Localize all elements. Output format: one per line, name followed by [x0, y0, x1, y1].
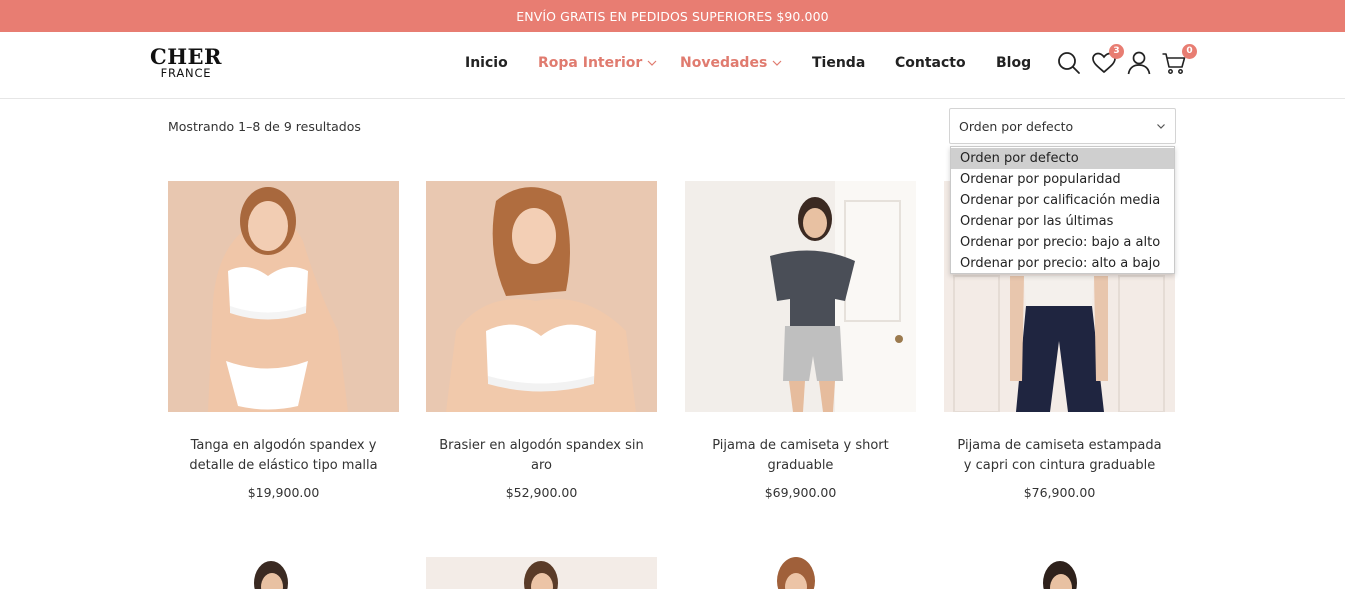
product-price: $52,900.00 [505, 485, 578, 500]
nav-label: Inicio [465, 55, 508, 71]
product-title[interactable]: Pijama de camiseta y short graduable [685, 436, 916, 476]
sort-dropdown: Orden por defecto Ordenar por popularida… [950, 146, 1175, 274]
product-image-partial[interactable] [944, 557, 1175, 589]
nav-label: Ropa Interior [538, 55, 643, 71]
nav-label: Tienda [812, 55, 866, 71]
nav-contacto[interactable]: Contacto [895, 55, 966, 71]
nav-label: Novedades [680, 55, 768, 71]
product-image[interactable] [685, 181, 916, 412]
product-card[interactable]: Brasier en algodón spandex sin aro $52,9… [426, 181, 657, 500]
logo-line-1: CHER [150, 44, 223, 69]
nav-inicio[interactable]: Inicio [465, 55, 508, 71]
product-image-partial[interactable] [426, 557, 657, 589]
logo-line-2: FRANCE [160, 66, 212, 80]
sort-selected-value: Orden por defecto [959, 118, 1074, 134]
nav-tienda[interactable]: Tienda [812, 55, 865, 71]
product-image[interactable] [168, 181, 399, 412]
promo-bar: ENVÍO GRATIS EN PEDIDOS SUPERIORES $90.0… [0, 0, 1345, 32]
wishlist-button[interactable]: 3 [1091, 44, 1124, 76]
cart-button[interactable]: 0 [1161, 44, 1197, 76]
nav-label: Blog [996, 55, 1032, 71]
product-price: $69,900.00 [764, 485, 837, 500]
search-icon [1058, 52, 1080, 74]
sort-option-latest[interactable]: Ordenar por las últimas [951, 211, 1174, 232]
product-image-partial[interactable] [685, 557, 916, 589]
logo[interactable]: CHER FRANCE [150, 46, 222, 80]
sort-option-popularity[interactable]: Ordenar por popularidad [951, 169, 1174, 190]
nav-label: Contacto [895, 55, 966, 71]
chevron-down-icon [647, 60, 657, 66]
sort-option-default[interactable]: Orden por defecto [951, 148, 1174, 169]
product-title[interactable]: Brasier en algodón spandex sin aro [426, 436, 657, 476]
chevron-down-icon [772, 60, 782, 66]
product-image[interactable] [426, 181, 657, 412]
product-card[interactable]: Tanga en algodón spandex y detalle de el… [168, 181, 399, 500]
wishlist-count-badge: 3 [1109, 44, 1124, 59]
site-header: CHER FRANCE Inicio Ropa Interior Novedad… [0, 32, 1345, 99]
user-icon [1127, 51, 1151, 75]
nav-blog[interactable]: Blog [996, 55, 1031, 71]
product-card[interactable]: Pijama de camiseta y short graduable $69… [685, 181, 916, 500]
sort-option-price-asc[interactable]: Ordenar por precio: bajo a alto [951, 232, 1174, 253]
search-button[interactable] [1056, 50, 1082, 76]
cart-count-badge: 0 [1182, 44, 1197, 59]
nav-novedades[interactable]: Novedades [680, 55, 782, 71]
nav-ropa-interior[interactable]: Ropa Interior [538, 55, 657, 71]
product-price: $76,900.00 [1023, 485, 1096, 500]
product-image-partial[interactable] [168, 557, 399, 589]
sort-option-price-desc[interactable]: Ordenar por precio: alto a bajo [951, 253, 1174, 274]
product-price: $19,900.00 [247, 485, 320, 500]
chevron-down-icon [1157, 124, 1165, 129]
sort-option-rating[interactable]: Ordenar por calificación media [951, 190, 1174, 211]
product-title[interactable]: Pijama de camiseta estampada y capri con… [944, 436, 1175, 476]
results-count: Mostrando 1–8 de 9 resultados [168, 119, 361, 134]
sort-select[interactable]: Orden por defecto [949, 108, 1176, 144]
product-title[interactable]: Tanga en algodón spandex y detalle de el… [168, 436, 399, 476]
account-button[interactable] [1126, 50, 1152, 76]
promo-text: ENVÍO GRATIS EN PEDIDOS SUPERIORES $90.0… [516, 8, 829, 24]
